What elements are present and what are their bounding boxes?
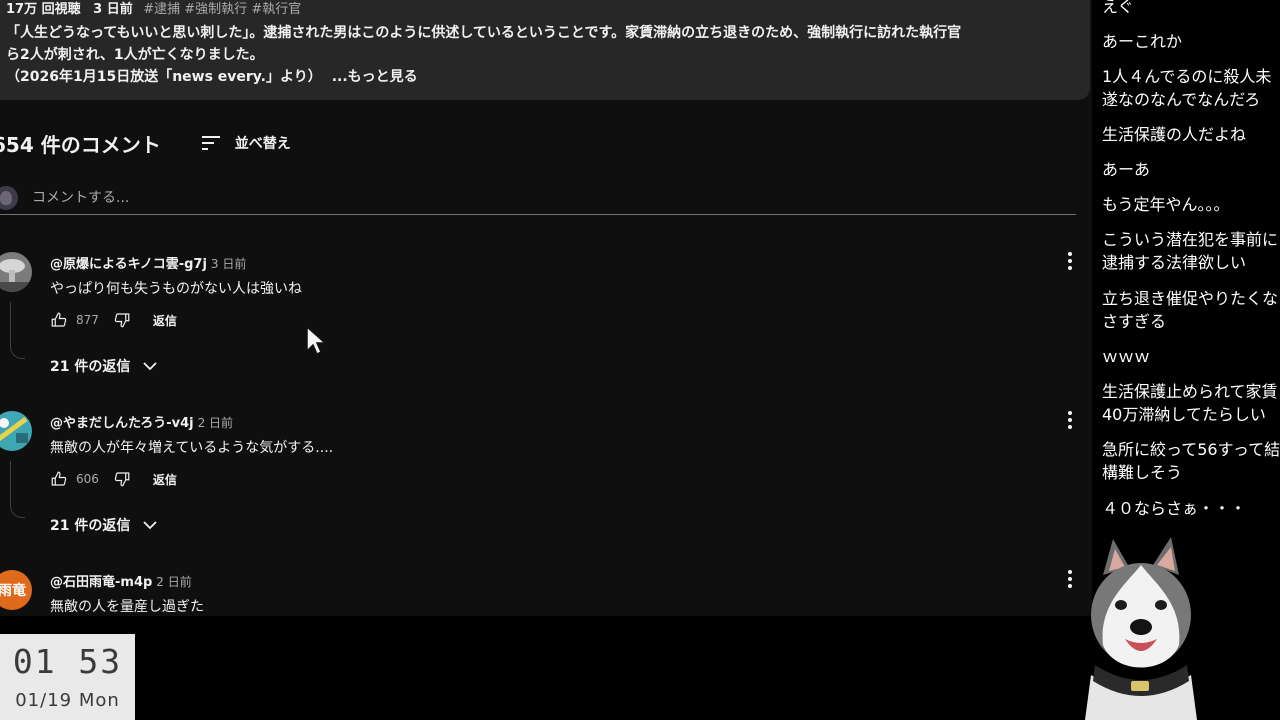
comment-author[interactable]: @原爆によるキノコ雲-g7j 3 日前 — [50, 253, 246, 272]
sort-button[interactable]: 並べ替え — [199, 131, 291, 155]
comment-count: 654 件のコメント — [0, 132, 161, 157]
comments-header: 654 件のコメント 並べ替え — [0, 128, 291, 158]
author-name[interactable]: @原爆によるキノコ雲-g7j — [50, 257, 207, 272]
view-count: 17万 回視聴 — [6, 2, 81, 17]
chat-message: 1人４んでるのに殺人未遂なのなんでなんだろ — [1102, 67, 1272, 109]
comment-text: やっぱり何も失うものがない人は強いね — [50, 281, 302, 297]
chat-message: もう定年やん。。。 — [1102, 195, 1230, 214]
chat-message: 生活保護の人だよね — [1102, 125, 1247, 144]
comment-author[interactable]: @石田雨竜-m4p 2 日前 — [50, 571, 192, 590]
replies-toggle[interactable]: 21 件の返信 — [50, 356, 158, 376]
like-icon[interactable] — [50, 311, 68, 329]
video-description[interactable]: 17万 回視聴 3 日前 #逮捕 #強制執行 #執行官 「人生どうなってもいいと… — [0, 0, 1090, 100]
thread-connector — [10, 461, 25, 518]
comment-time[interactable]: 2 日前 — [156, 575, 191, 589]
clock-widget: 01 53 01/19 Mon — [0, 634, 135, 720]
avatar[interactable] — [0, 411, 32, 451]
chat-message: あーこれか — [1102, 32, 1183, 51]
comment-time[interactable]: 3 日前 — [211, 257, 246, 271]
avatar[interactable] — [0, 252, 32, 292]
more-options-icon[interactable] — [1066, 250, 1074, 274]
comment-text: 無敵の人が年々増えているような気がする.... — [50, 440, 334, 456]
chat-message: 立ち退き催促やりたくなさすぎる — [1102, 289, 1279, 331]
clock-date: 01/19 Mon — [15, 690, 120, 711]
dislike-icon[interactable] — [113, 470, 131, 488]
show-more-link[interactable]: ...もっと見る — [332, 69, 418, 85]
mouse-cursor-icon — [306, 326, 327, 356]
hashtags[interactable]: #逮捕 #強制執行 #執行官 — [143, 2, 301, 17]
chevron-down-icon — [143, 362, 157, 371]
like-count: 606 — [76, 472, 99, 486]
add-comment-row: コメントする... — [0, 186, 1076, 215]
chat-message: 生活保護止められて家賃40万滞納してたらしい — [1102, 382, 1278, 424]
replies-count: 21 件の返信 — [50, 518, 131, 534]
author-name[interactable]: @やまだしんたろう-v4j — [50, 416, 194, 431]
video-meta: 17万 回視聴 3 日前 #逮捕 #強制執行 #執行官 — [6, 0, 301, 17]
replies-count: 21 件の返信 — [50, 359, 131, 375]
husky-mascot — [1085, 537, 1197, 720]
replies-toggle[interactable]: 21 件の返信 — [50, 515, 158, 535]
clock-time: 01 53 — [12, 642, 123, 681]
author-name[interactable]: @石田雨竜-m4p — [50, 575, 152, 590]
comment-actions: 606 返信 — [50, 467, 177, 491]
description-source: （2026年1月15日放送「news every.」より） — [6, 69, 322, 85]
description-line: 「人生どうなってもいいと思い刺した」。逮捕された男はこのように供述しているという… — [6, 25, 962, 41]
chevron-down-icon — [143, 521, 157, 530]
comment-time[interactable]: 2 日前 — [198, 416, 233, 430]
youtube-page: 17万 回視聴 3 日前 #逮捕 #強制執行 #執行官 「人生どうなってもいいと… — [0, 0, 1092, 616]
chat-message: ｗｗｗ — [1102, 347, 1151, 366]
avatar[interactable]: 雨竜 — [0, 570, 32, 610]
sort-label: 並べ替え — [234, 136, 291, 152]
thread-connector — [10, 302, 25, 359]
chat-message: ４０ならさぁ・・・ — [1102, 499, 1247, 518]
like-count: 877 — [76, 313, 99, 327]
upload-age: 3 日前 — [93, 2, 133, 17]
description-line: ら2人が刺され、1人が亡くなりました。 — [6, 47, 264, 63]
comment-author[interactable]: @やまだしんたろう-v4j 2 日前 — [50, 412, 233, 431]
more-options-icon[interactable] — [1066, 409, 1074, 433]
sort-icon — [201, 136, 220, 150]
avatar-text: 雨竜 — [0, 583, 26, 599]
description-line: （2026年1月15日放送「news every.」より） ...もっと見る — [6, 66, 418, 86]
chat-message: 急所に絞って56すって結構難しそう — [1102, 440, 1280, 482]
chat-message: こういう潜在犯を事前に逮捕する法律欲しい — [1102, 230, 1279, 272]
like-icon[interactable] — [50, 470, 68, 488]
reply-button[interactable]: 返信 — [153, 471, 177, 488]
dislike-icon[interactable] — [113, 311, 131, 329]
chat-message: えぐ — [1102, 0, 1134, 16]
comment-actions: 877 返信 — [50, 308, 177, 332]
add-comment-input[interactable]: コメントする... — [32, 187, 129, 207]
more-options-icon[interactable] — [1066, 568, 1074, 592]
user-avatar — [0, 186, 18, 210]
chat-message: あーあ — [1102, 160, 1151, 179]
comment-text: 無敵の人を量産し過ぎた — [50, 599, 204, 615]
reply-button[interactable]: 返信 — [153, 312, 177, 329]
